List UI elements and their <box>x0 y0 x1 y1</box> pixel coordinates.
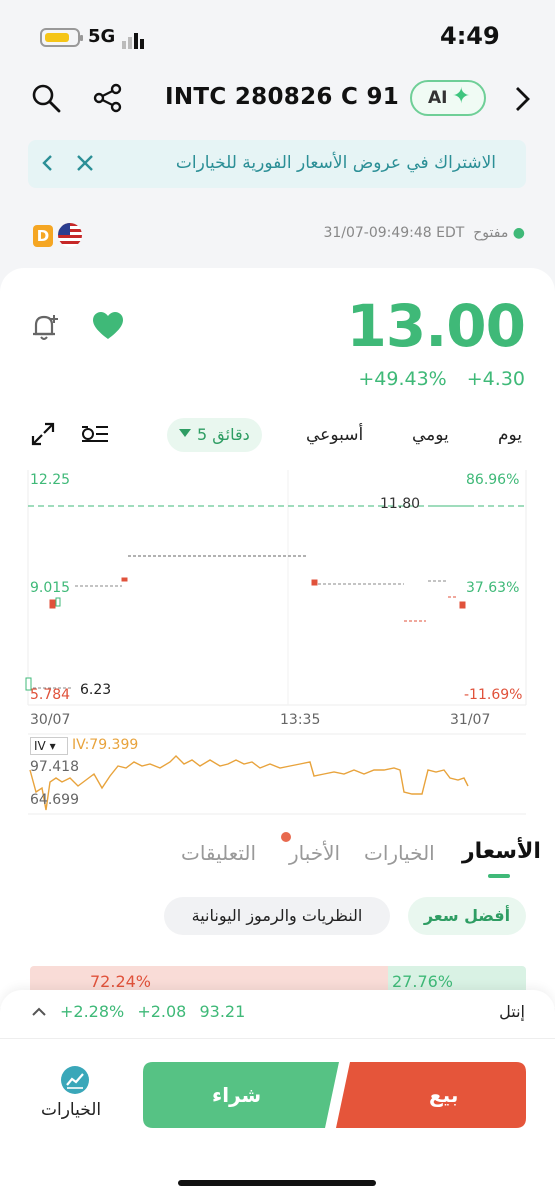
dropdown-icon <box>179 429 191 437</box>
underlying-change: +2.08 <box>137 1002 187 1021</box>
underlying-name: إنتل <box>499 1002 525 1021</box>
signal-icon <box>122 30 146 49</box>
active-tab-indicator <box>488 874 510 878</box>
expand-icon[interactable] <box>30 421 56 451</box>
candle <box>55 597 61 607</box>
market-open-label: مفتوح <box>473 225 509 241</box>
period-day[interactable]: يوم <box>498 425 522 445</box>
subscription-banner[interactable]: الاشتراك في عروض الأسعار الفورية للخيارا… <box>28 140 526 188</box>
tab-comments[interactable]: التعليقات <box>181 841 256 865</box>
sell-label: بيع <box>429 1083 459 1107</box>
y-label-mid: 9.015 <box>30 580 71 596</box>
market-status: 31/07-09:49:48 EDT مفتوح ● <box>323 225 525 241</box>
iv-min-label: 64.699 <box>30 792 79 808</box>
candle <box>121 577 128 582</box>
iv-value: IV:79.399 <box>72 737 139 753</box>
candle <box>311 579 318 586</box>
chevron-left-icon[interactable] <box>38 146 56 187</box>
period-daily[interactable]: يومي <box>412 425 449 445</box>
period-selected: 5 دقائق <box>197 425 250 444</box>
candle <box>49 599 56 609</box>
tab-options[interactable]: الخيارات <box>364 841 435 865</box>
underlying-price: 93.21 <box>199 1002 246 1021</box>
divider <box>0 1038 555 1039</box>
share-icon[interactable] <box>92 82 124 118</box>
chart-settings-icon[interactable] <box>80 421 110 451</box>
y-label-low: 5.784 <box>30 687 71 703</box>
sparkle-icon: ✦ <box>452 84 471 109</box>
us-flag-icon <box>58 223 82 247</box>
period-weekly[interactable]: أسبوعي <box>306 425 363 445</box>
marker-low-label: 6.23 <box>80 682 112 698</box>
period-selector[interactable]: 5 دقائق <box>167 418 262 452</box>
search-icon[interactable] <box>30 82 62 118</box>
battery-icon <box>40 28 83 47</box>
home-indicator <box>178 1180 376 1186</box>
tab-prices[interactable]: الأسعار <box>462 839 541 864</box>
underlying-change-pct: +2.28% <box>60 1002 125 1021</box>
ai-label: AI <box>428 88 448 108</box>
y-pct-mid: 37.63% <box>466 580 520 596</box>
delay-badge: D <box>33 225 53 247</box>
heart-icon[interactable] <box>91 310 125 346</box>
options-label[interactable]: الخيارات <box>41 1100 101 1120</box>
tab-news[interactable]: الأخبار <box>289 841 340 865</box>
last-price: 13.00 <box>346 292 526 360</box>
y-label-high: 12.25 <box>30 472 71 488</box>
marker-high-label: 11.80 <box>380 496 421 512</box>
options-chart-icon[interactable] <box>60 1065 90 1099</box>
iv-max-label: 97.418 <box>30 759 79 775</box>
bid-ratio-label: 72.24% <box>90 972 152 991</box>
buy-label: شراء <box>212 1083 262 1107</box>
iv-selector-label: IV <box>34 739 46 753</box>
chevron-up-icon[interactable] <box>30 1002 48 1027</box>
y-pct-high: 86.96% <box>466 472 520 488</box>
greeks-chip[interactable]: النظريات والرموز اليونانية <box>164 897 390 935</box>
chevron-right-icon[interactable] <box>512 84 532 118</box>
x-label-start: 30/07 <box>30 712 71 728</box>
x-label-end: 31/07 <box>450 712 491 728</box>
ask-ratio-label: 27.76% <box>392 972 454 991</box>
iv-selector[interactable]: IV ▾ <box>30 737 68 755</box>
x-label-mid: 13:35 <box>280 712 321 728</box>
price-change: +49.43% +4.30 <box>344 368 525 390</box>
change-pct: +49.43% <box>358 368 447 390</box>
ai-button[interactable]: AI ✦ <box>410 80 486 116</box>
banner-text: الاشتراك في عروض الأسعار الفورية للخيارا… <box>175 153 496 173</box>
y-pct-low: -11.69% <box>464 687 523 703</box>
change-abs: +4.30 <box>466 368 525 390</box>
market-timestamp: 31/07-09:49:48 EDT <box>323 225 465 241</box>
bell-add-icon[interactable] <box>28 310 62 348</box>
close-icon[interactable] <box>74 146 96 187</box>
underlying-quote[interactable]: +2.28% +2.08 93.21 <box>60 1002 253 1021</box>
page-title: INTC 280826 C 91 <box>165 84 400 110</box>
candle <box>459 601 466 609</box>
status-time: 4:49 <box>440 22 500 50</box>
network-label: 5G <box>88 26 116 47</box>
best-price-chip[interactable]: أفضل سعر <box>408 897 526 935</box>
